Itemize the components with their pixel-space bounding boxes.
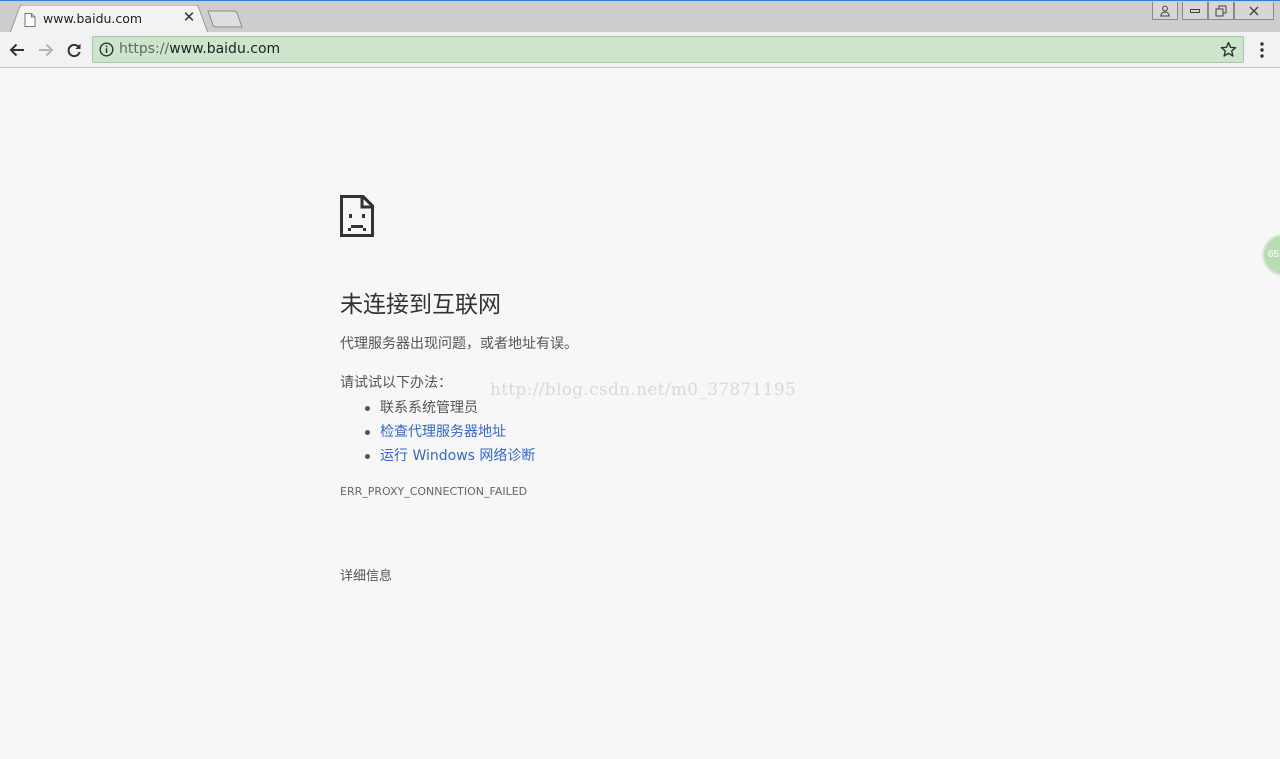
reload-icon[interactable]: [63, 39, 85, 61]
restore-icon[interactable]: [1208, 2, 1234, 20]
error-code: ERR_PROXY_CONNECTION_FAILED: [340, 485, 528, 498]
suggestions-heading: 请试试以下办法：: [340, 375, 452, 391]
watermark: http://blog.csdn.net/m0_37871195: [490, 380, 797, 400]
forward-arrow-icon[interactable]: [35, 39, 57, 61]
suggestion-run-diagnostics-link[interactable]: 运行 Windows 网络诊断: [364, 444, 535, 468]
omnibox[interactable]: https://www.baidu.com: [92, 36, 1244, 63]
tab-title: www.baidu.com: [43, 11, 143, 26]
error-description: 代理服务器出现问题，或者地址有误。: [340, 336, 578, 352]
floating-bubble[interactable]: 65: [1262, 234, 1280, 276]
error-title: 未连接到互联网: [340, 292, 501, 318]
page-icon: [24, 12, 36, 27]
menu-dots-icon[interactable]: [1255, 41, 1269, 59]
details-button[interactable]: 详细信息: [340, 565, 392, 584]
suggestions-list: 联系系统管理员 检查代理服务器地址 运行 Windows 网络诊断: [364, 396, 535, 468]
suggestion-check-proxy-link[interactable]: 检查代理服务器地址: [364, 420, 535, 444]
star-icon[interactable]: [1220, 41, 1237, 58]
floating-bubble-text: 65: [1268, 249, 1280, 260]
url-host: www.baidu.com: [169, 41, 281, 57]
new-tab-icon[interactable]: [206, 10, 244, 28]
back-arrow-icon[interactable]: [6, 39, 28, 61]
tab-close-icon[interactable]: ✕: [182, 10, 196, 25]
toolbar: https://www.baidu.com: [0, 32, 1280, 68]
url-scheme: https://: [119, 41, 170, 57]
close-icon[interactable]: [1234, 2, 1274, 20]
url-text[interactable]: https://www.baidu.com: [119, 41, 280, 57]
profile-icon[interactable]: [1152, 2, 1178, 20]
tab-strip: www.baidu.com ✕: [0, 0, 1280, 33]
info-icon[interactable]: [99, 42, 114, 57]
browser-tab[interactable]: www.baidu.com ✕: [10, 5, 208, 33]
minimize-icon[interactable]: [1182, 2, 1208, 20]
sad-page-icon: [340, 195, 374, 237]
